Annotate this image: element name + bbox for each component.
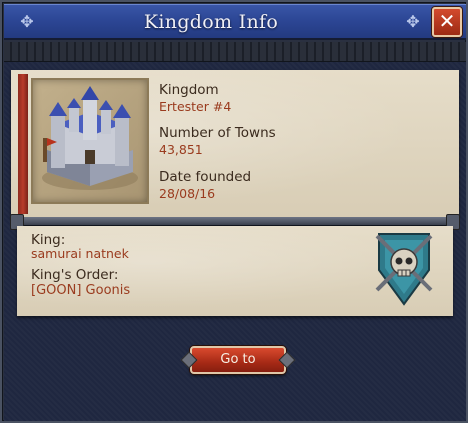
skull-shield-emblem-icon bbox=[375, 233, 433, 306]
go-to-button[interactable]: Go to bbox=[190, 346, 286, 374]
king-name: samurai natnek bbox=[31, 246, 129, 261]
king-details-card: King: samurai natnek King's Order: [GOON… bbox=[17, 226, 453, 316]
founded-date: 28/08/16 bbox=[159, 186, 216, 201]
order-label: King's Order: bbox=[31, 267, 119, 283]
castle-image bbox=[31, 78, 149, 204]
close-button[interactable]: ✕ bbox=[432, 7, 462, 37]
ornament-icon: ✥ bbox=[406, 12, 420, 31]
decorative-chain-strip bbox=[4, 42, 466, 62]
title-bar: ✥ Kingdom Info ✥ ✕ bbox=[4, 4, 466, 40]
order-name: [GOON] Goonis bbox=[31, 283, 131, 298]
kingdom-name: Ertester #4 bbox=[159, 99, 232, 114]
kingdom-info-window: ✥ Kingdom Info ✥ ✕ Kingdom Ertester #4 N… bbox=[0, 0, 468, 423]
window-title: Kingdom Info bbox=[143, 11, 279, 33]
scroll-rod bbox=[10, 214, 460, 230]
close-icon: ✕ bbox=[438, 9, 456, 33]
founded-label: Date founded bbox=[159, 169, 252, 185]
kingdom-label: Kingdom bbox=[159, 82, 219, 98]
ribbon-decoration bbox=[18, 74, 28, 214]
towns-count: 43,851 bbox=[159, 142, 203, 157]
kingdom-details-card: Kingdom Ertester #4 Number of Towns 43,8… bbox=[11, 70, 459, 223]
towns-label: Number of Towns bbox=[159, 125, 276, 141]
content-panel: Kingdom Ertester #4 Number of Towns 43,8… bbox=[4, 62, 466, 421]
castle-icon bbox=[42, 86, 138, 190]
